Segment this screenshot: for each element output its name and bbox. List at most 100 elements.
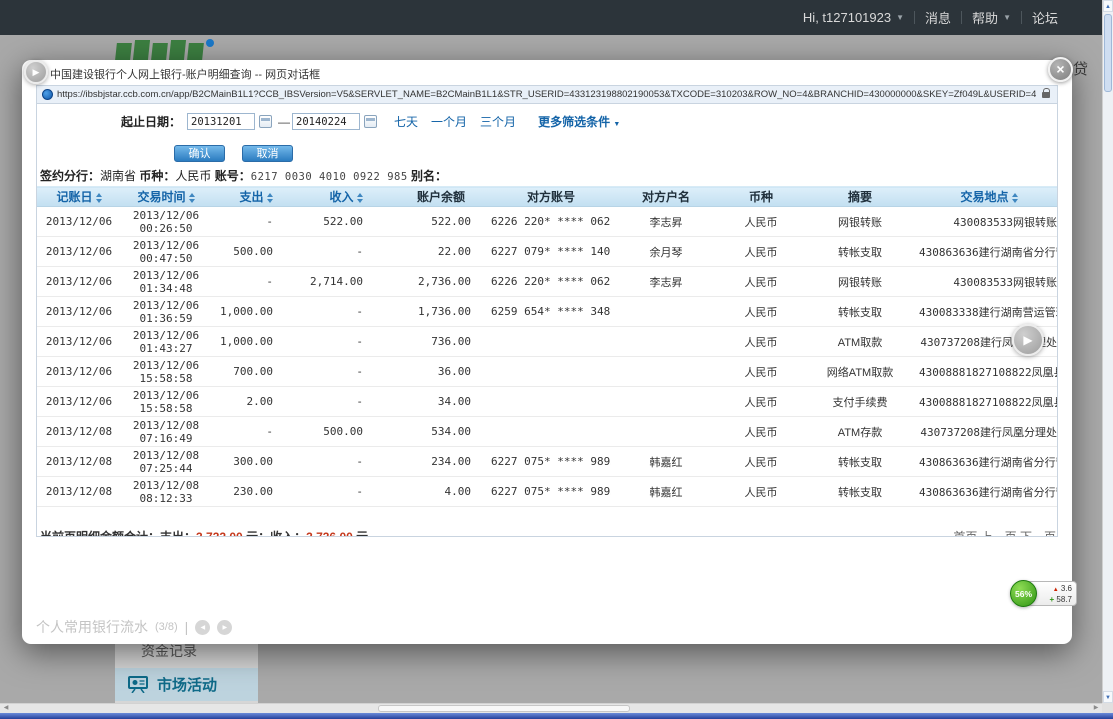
scroll-left-arrow[interactable]: ◀: [0, 704, 12, 713]
bottom-edge-bar: [0, 713, 1113, 719]
summary-suffix: 元: [353, 530, 368, 537]
scroll-down-arrow[interactable]: ▼: [1103, 691, 1113, 703]
cell-out: 230.00: [211, 477, 301, 507]
branch-label: 签约分行：: [40, 169, 100, 183]
forum-link[interactable]: 论坛: [1032, 8, 1058, 27]
lock-icon: [1042, 92, 1050, 98]
url-text: https://ibsbjstar.ccb.com.cn/app/B2CMain…: [57, 89, 1036, 100]
summary-prefix: 当前页明细金额合计：支出：: [40, 530, 196, 537]
date-range-label: 起止日期：: [121, 113, 181, 130]
column-header[interactable]: 交易地点: [919, 187, 1058, 207]
cell-date: 2013/12/06: [37, 237, 121, 267]
sort-icon: [1012, 193, 1018, 203]
cell-time: 2013/12/0807:16:49: [121, 417, 211, 447]
column-header[interactable]: 记账日: [37, 187, 121, 207]
site-logo: [116, 39, 214, 60]
play-arrow-icon[interactable]: ▶: [24, 60, 48, 84]
cell-place: 430863636建行湖南省分行营业: [919, 237, 1058, 267]
horizontal-scrollbar[interactable]: ◀ ▶: [0, 703, 1102, 713]
chevron-down-icon: ▼: [613, 121, 620, 128]
cell-balance: 4.00: [391, 477, 491, 507]
cell-date: 2013/12/06: [37, 207, 121, 237]
cell-party-account: 6227 075* **** 9893: [491, 477, 611, 507]
column-header[interactable]: 交易时间: [121, 187, 211, 207]
cell-memo: 转帐支取: [801, 447, 919, 477]
cell-place: 430083533网银转账: [919, 267, 1058, 297]
calendar-icon[interactable]: [364, 115, 377, 128]
cell-currency: 人民币: [721, 477, 801, 507]
caption-label: 个人常用银行流水: [36, 617, 148, 637]
next-image-button[interactable]: ▶: [217, 620, 232, 635]
percent-badge: 56%: [1010, 580, 1037, 607]
alias-label: 别名：: [411, 169, 447, 183]
cell-currency: 人民币: [721, 447, 801, 477]
close-icon[interactable]: ×: [1048, 57, 1073, 82]
pagination[interactable]: 首页 上一页 下一页: [953, 528, 1056, 537]
cell-time: 2013/12/0615:58:58: [121, 357, 211, 387]
cell-memo: 支付手续费: [801, 387, 919, 417]
table-row: 2013/12/082013/12/0808:12:33230.00-4.006…: [37, 477, 1058, 507]
vertical-scroll-thumb[interactable]: [1104, 14, 1112, 92]
cell-memo: 转帐支取: [801, 297, 919, 327]
cell-out: 1,000.00: [211, 327, 301, 357]
account-info-line: 签约分行：湖南省 币种：人民币 账号：6217 0030 4010 0922 9…: [40, 167, 447, 184]
table-row: 2013/12/062013/12/0600:47:50500.00-22.00…: [37, 237, 1058, 267]
table-row: 2013/12/062013/12/0601:43:271,000.00-736…: [37, 327, 1058, 357]
cell-currency: 人民币: [721, 297, 801, 327]
quick-range-3months[interactable]: 三个月: [480, 113, 516, 130]
summary-mid: 元；收入：: [243, 530, 306, 537]
cell-balance: 22.00: [391, 237, 491, 267]
cell-place: 430737208建行凤凰分理处: [919, 417, 1058, 447]
quick-range-1month[interactable]: 一个月: [431, 113, 467, 130]
column-header: 摘要: [801, 187, 919, 207]
cell-place: 43008881827108822凤凰县南华路18: [919, 357, 1058, 387]
cell-out: 700.00: [211, 357, 301, 387]
plus-icon: +: [1050, 595, 1055, 604]
table-row: 2013/12/062013/12/0600:26:50-522.00522.0…: [37, 207, 1058, 237]
cancel-button[interactable]: 取消: [242, 145, 293, 162]
scroll-right-arrow[interactable]: ▶: [1090, 704, 1102, 713]
user-greeting[interactable]: Hi, t127101923 ▼: [803, 10, 904, 25]
quick-range-7days[interactable]: 七天: [394, 113, 418, 130]
confirm-button[interactable]: 确认: [174, 145, 225, 162]
cell-time: 2013/12/0600:47:50: [121, 237, 211, 267]
calendar-icon[interactable]: [259, 115, 272, 128]
messages-link[interactable]: 消息: [925, 8, 951, 27]
speed-widget[interactable]: 56% ▲ 3.6 + 58.7: [1010, 580, 1077, 607]
cell-place: 430863636建行湖南省分行营业: [919, 477, 1058, 507]
scroll-up-arrow[interactable]: ▲: [1103, 0, 1113, 12]
cell-time: 2013/12/0600:26:50: [121, 207, 211, 237]
cell-out: -: [211, 207, 301, 237]
column-header[interactable]: 支出: [211, 187, 301, 207]
horizontal-scroll-thumb[interactable]: [378, 705, 630, 712]
range-dash: —: [278, 115, 290, 129]
column-header: 对方户名: [611, 187, 721, 207]
account-number-value: 6217 0030 4010 0922 985: [251, 171, 408, 183]
date-from-input[interactable]: [187, 113, 255, 130]
cell-in: 522.00: [301, 207, 391, 237]
date-to-input[interactable]: [292, 113, 360, 130]
sidebar-item-market-activity[interactable]: 市场活动: [115, 668, 258, 701]
vertical-scrollbar[interactable]: ▲ ▼: [1102, 0, 1113, 703]
cell-in: -: [301, 477, 391, 507]
cell-in: -: [301, 387, 391, 417]
column-header[interactable]: 收入: [301, 187, 391, 207]
cell-date: 2013/12/08: [37, 417, 121, 447]
prev-image-button[interactable]: ◀: [195, 620, 210, 635]
cell-party-name: [611, 417, 721, 447]
summary-totals: 当前页明细金额合计：支出：3,732.00 元；收入：3,736.00 元: [40, 528, 368, 537]
caption-separator: |: [185, 619, 189, 635]
cell-party-account: 6226 220* **** 0620: [491, 267, 611, 297]
in-total: 3,736.00: [306, 530, 353, 537]
cell-time: 2013/12/0601:34:48: [121, 267, 211, 297]
cell-party-name: [611, 387, 721, 417]
more-filters-link[interactable]: 更多筛选条件 ▼: [538, 113, 620, 130]
logo-dot: [206, 39, 214, 47]
sort-icon: [189, 193, 195, 203]
column-header: 账户余额: [391, 187, 491, 207]
background-sidebar: 资金记录 市场活动: [115, 634, 258, 704]
help-menu[interactable]: 帮助 ▼: [972, 8, 1011, 27]
next-arrow-icon[interactable]: ▶: [1012, 324, 1044, 356]
caption-page-indicator: (3/8): [155, 621, 178, 633]
transactions-table: 记账日交易时间支出收入账户余额对方账号对方户名币种摘要交易地点 2013/12/…: [37, 186, 1058, 507]
